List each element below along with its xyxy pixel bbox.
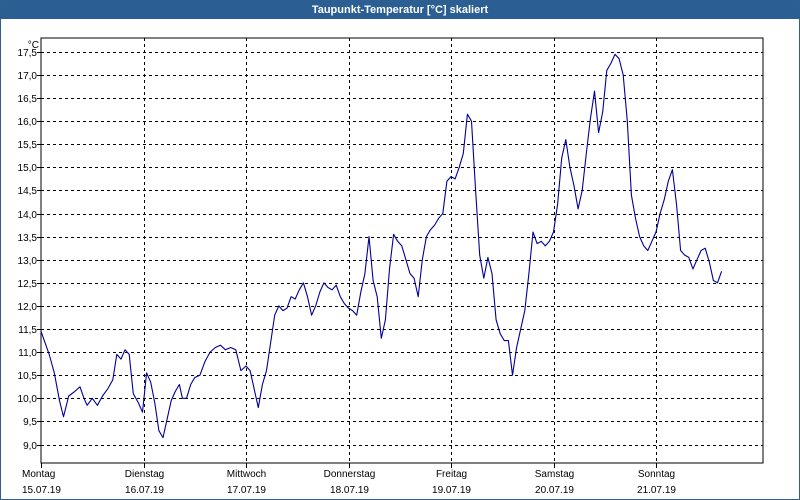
y-axis-label: °C — [28, 40, 39, 51]
x-tick-weekday: Donnerstag — [324, 469, 376, 480]
x-tick-date: 17.07.19 — [227, 485, 266, 496]
x-tick-weekday: Freitag — [436, 469, 467, 480]
y-tick-label: 10,5 — [18, 371, 38, 382]
y-tick-label: 12,0 — [18, 302, 38, 313]
plot-area — [40, 37, 764, 464]
y-tick-label: 16,0 — [18, 117, 38, 128]
x-tick-date: 16.07.19 — [125, 485, 164, 496]
x-tick-weekday: Mittwoch — [227, 469, 266, 480]
x-tick-date: 20.07.19 — [535, 485, 574, 496]
y-tick-label: 17,0 — [18, 71, 38, 82]
x-tick-date: 15.07.19 — [22, 485, 61, 496]
y-tick-label: 11,0 — [18, 348, 37, 359]
y-tick-label: 14,5 — [18, 186, 38, 197]
y-tick-label: 15,0 — [18, 163, 38, 174]
y-tick-label: 14,0 — [18, 210, 38, 221]
x-tick-weekday: Sonntag — [638, 469, 675, 480]
y-tick-label: 12,5 — [18, 279, 38, 290]
x-tick-date: 21.07.19 — [637, 485, 676, 496]
y-tick-label: 13,0 — [18, 256, 38, 267]
y-tick-label: 13,5 — [18, 233, 38, 244]
x-tick-weekday: Montag — [22, 469, 55, 480]
x-tick-weekday: Dienstag — [125, 469, 164, 480]
dewpoint-line-chart: 9,0 9,5 10,0 10,5 11,0 11,5 12,0 12,5 13,0 13,5 14… — [18, 37, 764, 496]
y-tick-label: 9,0 — [23, 441, 37, 452]
x-tick-date: 19.07.19 — [432, 485, 471, 496]
y-tick-label: 9,5 — [23, 417, 37, 428]
y-tick-label: 16,5 — [18, 94, 38, 105]
y-tick-label: 11,5 — [18, 325, 37, 336]
y-tick-label: 15,5 — [18, 140, 38, 151]
chart-window: Taupunkt-Temperatur [°C] skaliert 9,0 9,5… — [0, 0, 800, 500]
x-tick-date: 18.07.19 — [330, 485, 369, 496]
x-tick-weekday: Samstag — [535, 469, 574, 480]
y-tick-label: 10,0 — [18, 394, 38, 405]
